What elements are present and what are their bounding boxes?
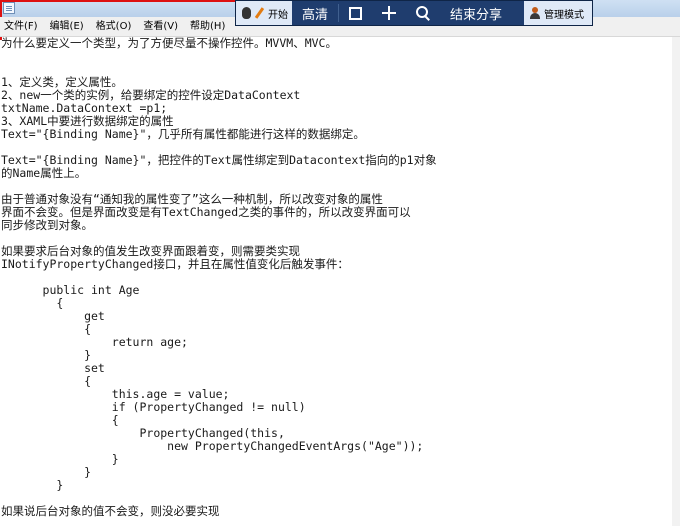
text-line: 为什么要定义一个类型，为了方便尽量不操作控件。MVVM、MVC。 xyxy=(1,37,337,50)
pen-icon xyxy=(254,7,265,19)
region-select-icon xyxy=(349,6,363,20)
text-line xyxy=(1,50,677,63)
share-region-border-top xyxy=(0,0,250,2)
menu-format[interactable]: 格式(O) xyxy=(90,17,138,36)
zoom-icon xyxy=(416,6,430,20)
vertical-scrollbar[interactable] xyxy=(672,37,680,526)
crosshair-icon xyxy=(382,6,397,20)
admin-person-icon xyxy=(530,7,540,19)
crosshair-button[interactable] xyxy=(372,1,406,25)
text-line: get xyxy=(1,309,105,323)
notepad-app-icon xyxy=(3,2,15,14)
admin-mode-button[interactable]: 管理模式 xyxy=(524,1,592,25)
admin-mode-label: 管理模式 xyxy=(544,9,584,21)
screen-share-toolbar: 开始 高清 结束分享 管理模式 xyxy=(235,0,593,26)
end-share-label: 结束分享 xyxy=(450,7,503,23)
text-line: set xyxy=(1,361,105,375)
menu-file[interactable]: 文件(F) xyxy=(0,17,44,36)
menu-view[interactable]: 查看(V) xyxy=(137,17,184,36)
menu-help[interactable]: 帮助(H) xyxy=(184,17,231,36)
text-line: 界面不会变。但是界面改变是有TextChanged之类的事件的，所以改变界面可以 xyxy=(1,205,411,219)
text-line: public int Age xyxy=(1,283,140,297)
end-share-button[interactable]: 结束分享 xyxy=(440,1,512,25)
text-line: 如果说后台对象的值不会变，则没必要实现 xyxy=(1,504,220,518)
text-line: 同步修改到对象。 xyxy=(1,218,93,232)
hd-label: 高清 xyxy=(302,7,329,23)
menu-edit[interactable]: 编辑(E) xyxy=(44,17,90,36)
text-line: Text="{Binding Name}"，把控件的Text属性绑定到Datac… xyxy=(1,153,437,167)
start-label: 开始 xyxy=(268,9,288,21)
start-annotate-button[interactable]: 开始 xyxy=(236,1,292,25)
hd-button[interactable]: 高清 xyxy=(292,1,338,25)
zoom-button[interactable] xyxy=(406,1,440,25)
text-line: Text="{Binding Name}"，几乎所有属性都能进行这样的数据绑定。 xyxy=(1,127,365,141)
text-line: } xyxy=(1,478,64,492)
text-line: } xyxy=(1,465,92,479)
select-region-button[interactable] xyxy=(339,1,372,25)
text-line: } xyxy=(1,452,119,466)
text-line: return age; xyxy=(1,335,188,349)
text-line: 的Name属性上。 xyxy=(1,166,87,180)
text-line: INotifyPropertyChanged接口，并且在属性值变化后触发事件： xyxy=(1,257,349,271)
document-text-area[interactable]: 为什么要定义一个类型，为了方便尽量不操作控件。MVVM、MVC。 1、定义类，定… xyxy=(1,37,677,526)
mouse-icon xyxy=(242,7,251,19)
